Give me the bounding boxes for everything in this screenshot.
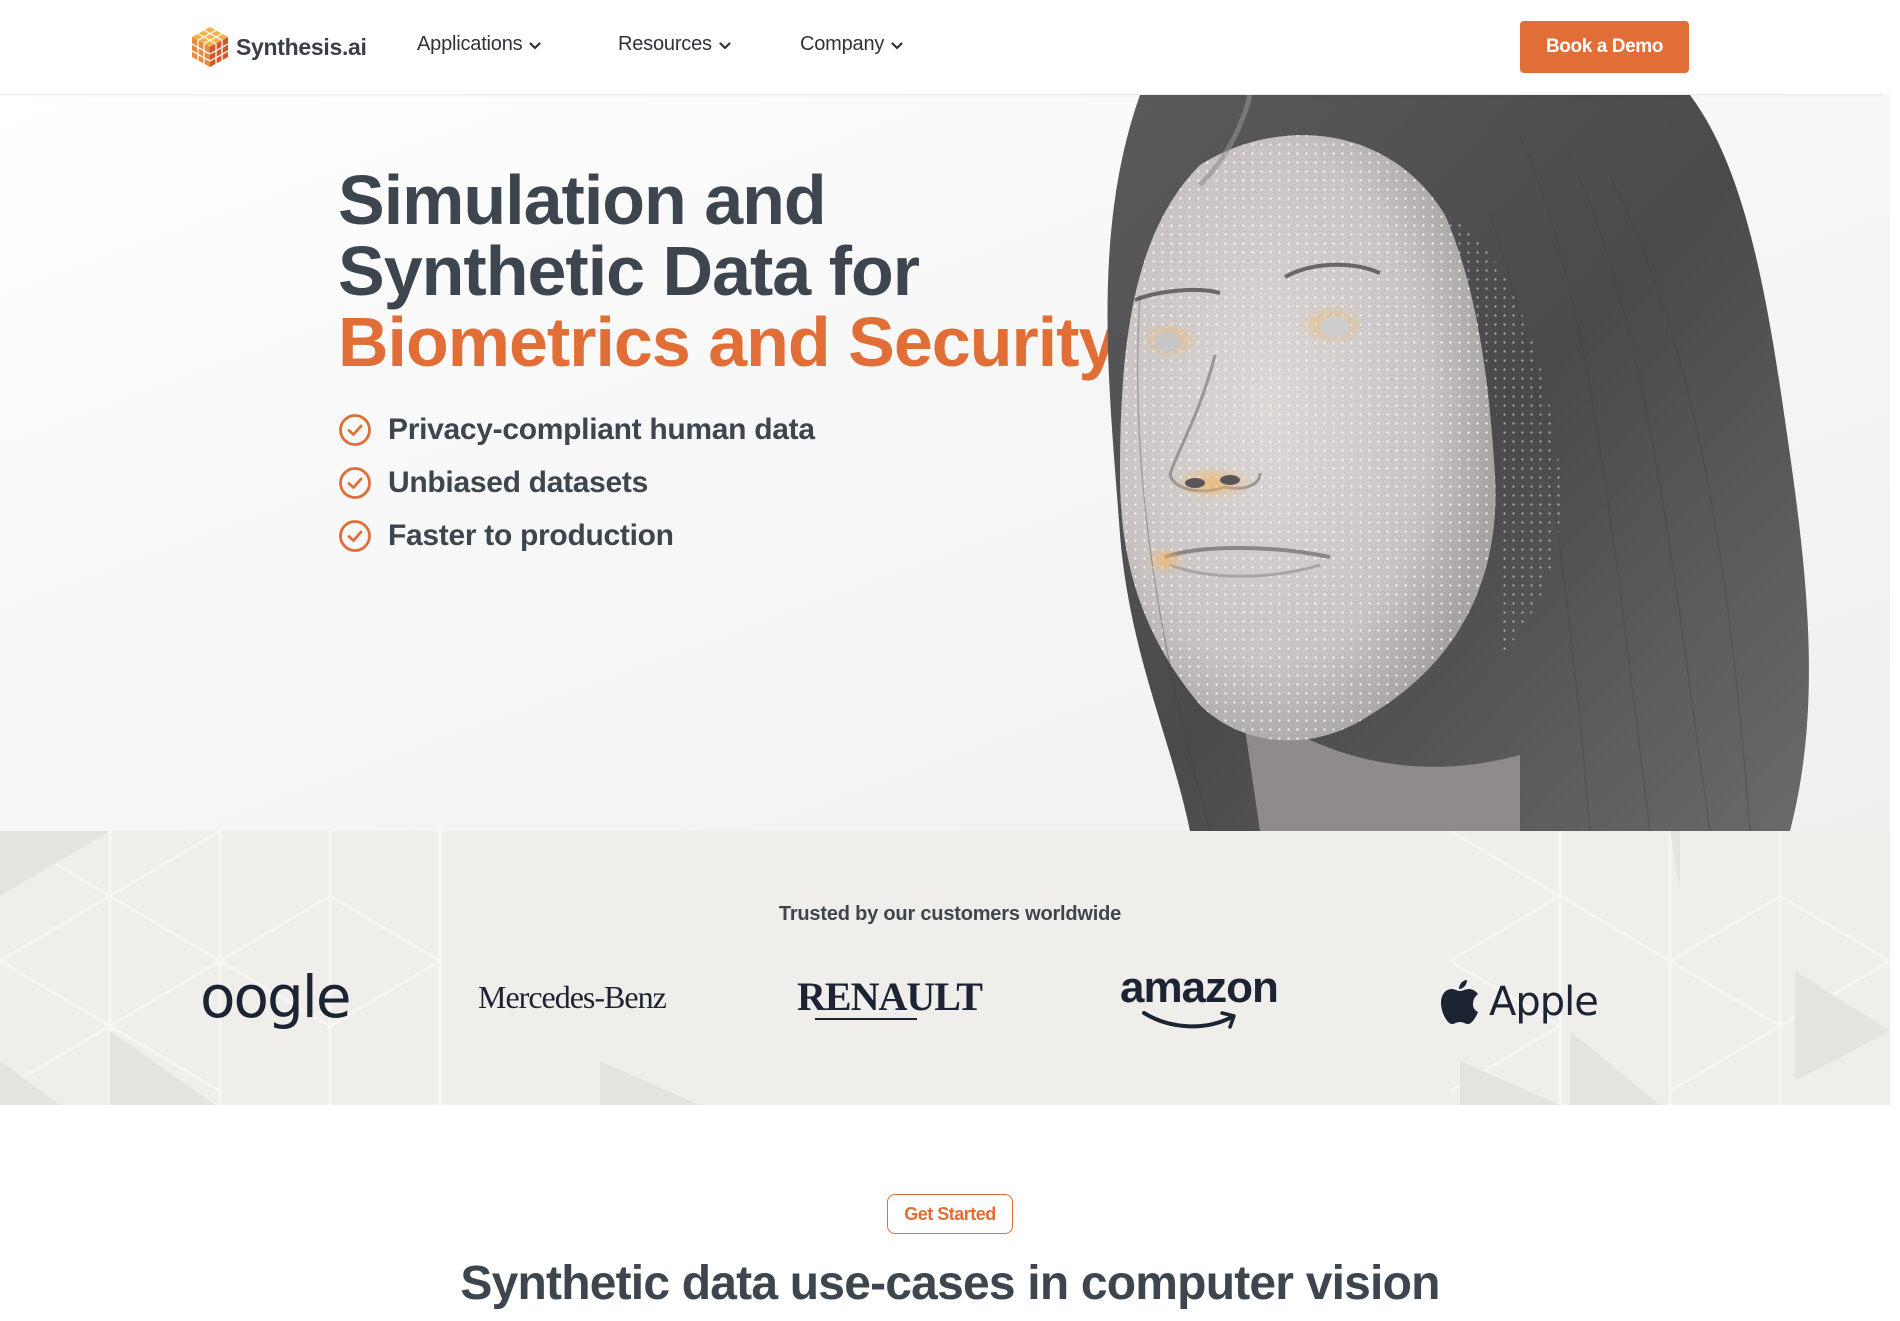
feature-item: Faster to production [338, 509, 815, 562]
amazon-logo-text: amazon [1120, 963, 1279, 1012]
feature-label: Faster to production [388, 518, 674, 552]
renault-logo: RENAULT [797, 973, 983, 1020]
nav-applications-label: Applications [417, 33, 523, 55]
feature-item: Unbiased datasets [338, 456, 815, 509]
hero-title-accent: Biometrics and Security [338, 303, 1117, 381]
use-cases-title: Synthetic data use-cases in computer vis… [460, 1257, 1440, 1310]
feature-label: Privacy-compliant human data [388, 412, 815, 446]
nav-company[interactable]: Company [800, 33, 903, 56]
check-circle-icon [339, 413, 371, 446]
mercedes-benz-logo: Mercedes-Benz [478, 979, 667, 1016]
hero-section: Simulation and Synthetic Data for Biomet… [0, 95, 1890, 831]
renault-underline [815, 1018, 917, 1020]
site-header: Synthesis.ai Applications Resources Comp… [0, 0, 1883, 95]
cube-grid-logo-icon [191, 27, 229, 67]
hero-title-line-1: Simulation and [338, 161, 827, 239]
chevron-down-icon [891, 41, 903, 49]
mercedes-benz-logo-text: Mercedes-Benz [478, 979, 667, 1015]
hero-title: Simulation and Synthetic Data for Biomet… [338, 161, 1117, 381]
amazon-smile-icon [1142, 1011, 1236, 1029]
nav-resources-label: Resources [618, 33, 712, 55]
apple-icon [1441, 980, 1478, 1024]
feature-list: Privacy-compliant human data Unbiased da… [338, 403, 815, 562]
book-demo-button[interactable]: Book a Demo [1520, 21, 1689, 73]
check-circle-icon [339, 466, 371, 499]
customers-section: Trusted by our customers worldwide oogle… [0, 831, 1900, 1105]
chevron-down-icon [719, 41, 731, 49]
customers-heading: Trusted by our customers worldwide [778, 903, 1122, 925]
scrollbar-track[interactable] [1890, 95, 1900, 1321]
chevron-down-icon [529, 41, 542, 49]
hero-face-image [1107, 95, 1809, 831]
logo-link[interactable]: Synthesis.ai [190, 25, 367, 69]
feature-label: Unbiased datasets [388, 465, 648, 499]
apple-logo: Apple [1440, 978, 1599, 1026]
google-logo: oogle [200, 963, 352, 1031]
feature-item: Privacy-compliant human data [338, 403, 815, 456]
logo-text: Synthesis.ai [236, 33, 367, 60]
google-logo-text: oogle [200, 963, 352, 1031]
get-started-button[interactable]: Get Started [887, 1194, 1013, 1234]
renault-logo-text: RENAULT [797, 974, 983, 1019]
hero-title-line-2: Synthetic Data for [338, 232, 920, 310]
nav-company-label: Company [800, 33, 885, 55]
check-circle-icon [339, 519, 371, 552]
nav-resources[interactable]: Resources [618, 33, 731, 56]
nav-applications[interactable]: Applications [417, 33, 542, 56]
amazon-logo: amazon [1120, 963, 1279, 1029]
apple-logo-text: Apple [1489, 979, 1599, 1025]
